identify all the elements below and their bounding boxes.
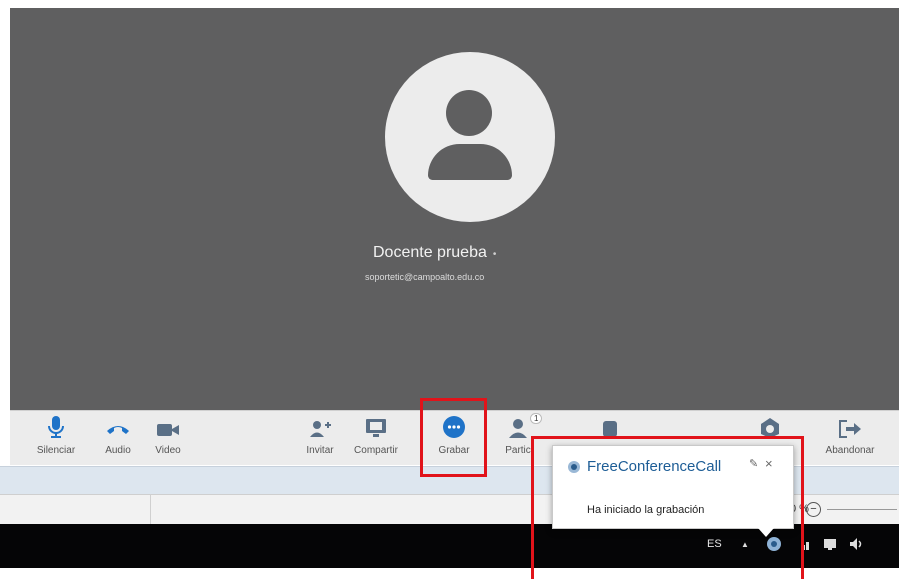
add-person-icon bbox=[288, 415, 352, 439]
display-icon[interactable] bbox=[822, 536, 838, 552]
participant-email: soportetic@campoalto.edu.co bbox=[365, 272, 485, 282]
participant-name-row: Docente prueba • bbox=[373, 244, 496, 262]
highlight-record-button bbox=[420, 398, 487, 477]
share-label: Compartir bbox=[354, 445, 398, 456]
invite-button[interactable]: Invitar bbox=[288, 415, 352, 463]
leave-button[interactable]: Abandonar bbox=[818, 415, 882, 463]
avatar-body-shape bbox=[428, 144, 512, 180]
volume-icon[interactable] bbox=[848, 536, 864, 552]
avatar bbox=[385, 52, 555, 222]
video-camera-icon bbox=[136, 415, 200, 439]
video-label: Video bbox=[155, 445, 181, 456]
avatar-head-shape bbox=[446, 90, 492, 136]
mute-label: Silenciar bbox=[36, 445, 76, 456]
participants-count-badge: 1 bbox=[530, 413, 543, 424]
participant-name: Docente prueba bbox=[373, 244, 487, 261]
video-button[interactable]: Video bbox=[136, 415, 200, 463]
share-button[interactable]: Compartir bbox=[344, 415, 408, 463]
microphone-icon bbox=[24, 415, 88, 439]
status-dot: • bbox=[492, 249, 497, 260]
leave-label: Abandonar bbox=[825, 445, 875, 456]
invite-label: Invitar bbox=[306, 445, 334, 456]
mute-button[interactable]: Silenciar bbox=[24, 415, 88, 463]
highlight-notification bbox=[531, 436, 804, 579]
zoom-slider[interactable] bbox=[827, 509, 897, 510]
footer-divider bbox=[150, 494, 151, 524]
leave-icon bbox=[818, 415, 882, 439]
zoom-out-button[interactable]: − bbox=[806, 502, 821, 517]
share-screen-icon bbox=[344, 415, 408, 439]
video-stage: Docente prueba • soportetic@campoalto.edu… bbox=[10, 8, 899, 410]
